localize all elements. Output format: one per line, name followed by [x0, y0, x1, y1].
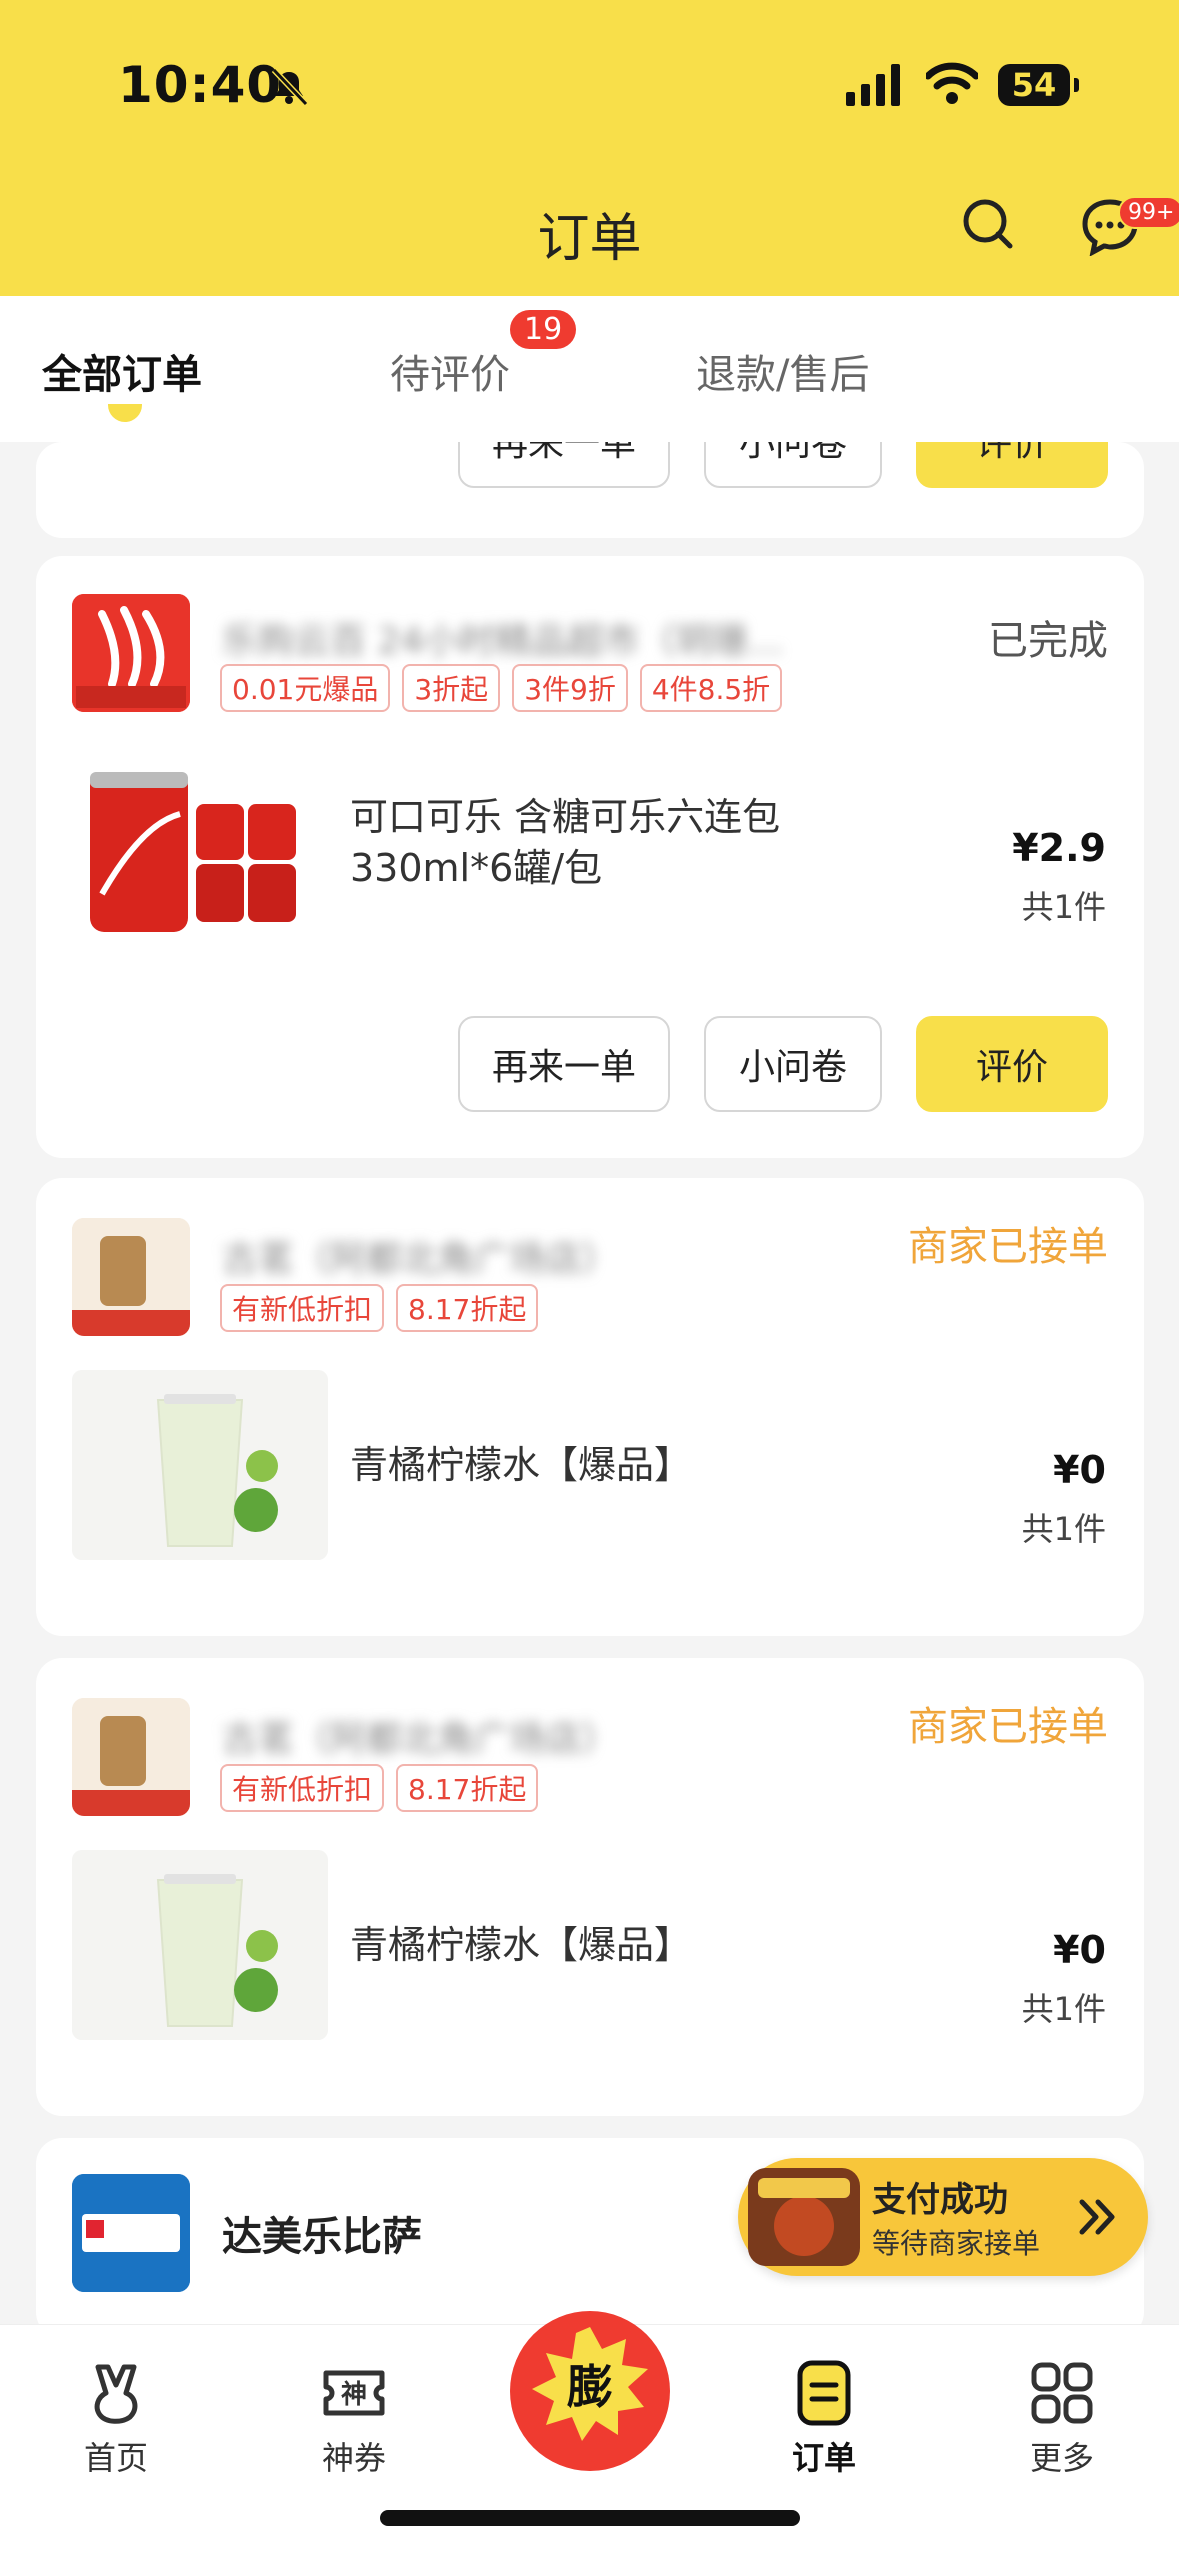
- store-name[interactable]: 古茗（阿都北角广场店）: [222, 1710, 618, 1762]
- payment-success-title: 支付成功: [872, 2180, 1008, 2220]
- product-name[interactable]: 青橘柠檬水【爆品】: [350, 1440, 692, 1491]
- survey-button[interactable]: 小问卷: [704, 442, 882, 488]
- store-logo: [72, 1698, 190, 1816]
- product-name-line: 可口可乐 含糖可乐六连包: [350, 795, 781, 839]
- review-button[interactable]: 评价: [916, 1016, 1108, 1112]
- nav-home-label: 首页: [83, 2439, 148, 2477]
- order-tabs: 全部订单 待评价 19 退款/售后: [0, 296, 1179, 442]
- reorder-button[interactable]: 再来一单: [458, 1016, 670, 1112]
- bell-off-icon: [271, 67, 309, 107]
- promo-tag: 有新低折扣: [220, 1764, 385, 1812]
- promo-tag: 3折起: [402, 664, 501, 712]
- product-price: ¥0: [1053, 1448, 1106, 1492]
- promo-tags: 0.01元爆品 3折起 3件9折 4件8.5折: [220, 664, 783, 712]
- promo-tag: 8.17折起: [396, 1764, 539, 1812]
- nav-more[interactable]: 更多: [1002, 2357, 1122, 2479]
- promo-tags: 有新低折扣 8.17折起: [220, 1764, 539, 1812]
- order-card[interactable]: 乐购云百 24小时精品超市（玥珊… 已完成 0.01元爆品 3折起 3件9折 4…: [36, 556, 1144, 1158]
- promo-tag: 有新低折扣: [220, 1284, 385, 1332]
- double-chevron-right-icon: [1079, 2199, 1115, 2235]
- product-qty: 共1件: [1021, 1510, 1106, 1548]
- app-header: 10:40 54 订单 99+: [0, 0, 1179, 296]
- product-name[interactable]: 青橘柠檬水【爆品】: [350, 1920, 692, 1971]
- svg-text:神: 神: [341, 2380, 367, 2410]
- nav-burst-button[interactable]: 膨: [506, 2307, 674, 2475]
- promo-tags: 有新低折扣 8.17折起: [220, 1284, 539, 1332]
- tab-refund[interactable]: 退款/售后: [696, 342, 869, 400]
- promo-tag: 0.01元爆品: [220, 664, 391, 712]
- tab-all-orders[interactable]: 全部订单: [42, 342, 202, 400]
- order-card[interactable]: 古茗（阿都北角广场店） 商家已接单 有新低折扣 8.17折起 青橘柠檬水【爆品】…: [36, 1178, 1144, 1636]
- search-icon[interactable]: [958, 194, 1018, 254]
- message-badge: 99+: [1118, 196, 1179, 229]
- product-name[interactable]: 可口可乐 含糖可乐六连包 330ml*6罐/包: [350, 792, 780, 895]
- survey-button[interactable]: 小问卷: [704, 1016, 882, 1112]
- burst-label: 膨: [567, 2360, 613, 2414]
- order-card[interactable]: 古茗（阿都北角广场店） 商家已接单 有新低折扣 8.17折起 青橘柠檬水【爆品】…: [36, 1658, 1144, 2116]
- home-indicator: [380, 2510, 800, 2526]
- burst-icon: 膨: [510, 2311, 670, 2471]
- store-name[interactable]: 达美乐比萨: [222, 2204, 422, 2262]
- store-logo: [72, 2174, 190, 2292]
- product-image: [72, 754, 328, 944]
- pending-review-badge: 19: [510, 310, 577, 349]
- product-image: [72, 1370, 328, 1560]
- payment-success-subtitle: 等待商家接单: [872, 2227, 1041, 2260]
- product-image: [72, 1850, 328, 2040]
- status-time: 10:40: [118, 56, 283, 114]
- tab-pending-review[interactable]: 待评价: [390, 342, 510, 400]
- product-qty: 共1件: [1021, 888, 1106, 926]
- store-name[interactable]: 乐购云百 24小时精品超市（玥珊…: [222, 612, 783, 664]
- nav-orders[interactable]: 订单: [764, 2357, 884, 2479]
- grid-icon: [1031, 2362, 1093, 2424]
- order-status: 已完成: [988, 618, 1108, 664]
- nav-home[interactable]: 首页: [56, 2357, 176, 2479]
- signal-icon: [846, 62, 900, 106]
- store-logo: [72, 594, 190, 712]
- store-name[interactable]: 古茗（阿都北角广场店）: [222, 1230, 618, 1282]
- wifi-icon: [926, 62, 978, 104]
- orders-icon: [797, 2360, 851, 2426]
- order-card-partial: 再来一单 小问卷 评价: [36, 442, 1144, 538]
- order-status: 商家已接单: [908, 1224, 1108, 1270]
- promo-tag: 8.17折起: [396, 1284, 539, 1332]
- order-status: 商家已接单: [908, 1704, 1108, 1750]
- home-icon: [94, 2364, 138, 2424]
- store-logo: [72, 1218, 190, 1336]
- tab-active-indicator: [108, 404, 142, 422]
- product-price: ¥2.9: [1012, 826, 1106, 870]
- promo-thumbnail: [748, 2168, 860, 2266]
- nav-coupons-label: 神券: [321, 2439, 386, 2477]
- promo-tag: 4件8.5折: [639, 664, 783, 712]
- product-qty: 共1件: [1021, 1990, 1106, 2028]
- nav-more-label: 更多: [1029, 2439, 1094, 2477]
- promo-tag: 3件9折: [512, 664, 628, 712]
- battery-indicator: 54: [998, 64, 1079, 106]
- reorder-button[interactable]: 再来一单: [458, 442, 670, 488]
- coupon-icon: 神: [323, 2370, 385, 2416]
- nav-coupons[interactable]: 神 神券: [294, 2357, 414, 2479]
- product-name-line: 330ml*6罐/包: [350, 846, 603, 891]
- nav-orders-label: 订单: [791, 2439, 856, 2477]
- product-price: ¥0: [1053, 1928, 1106, 1972]
- review-button[interactable]: 评价: [916, 442, 1108, 488]
- payment-success-banner[interactable]: 支付成功 等待商家接单: [738, 2158, 1148, 2276]
